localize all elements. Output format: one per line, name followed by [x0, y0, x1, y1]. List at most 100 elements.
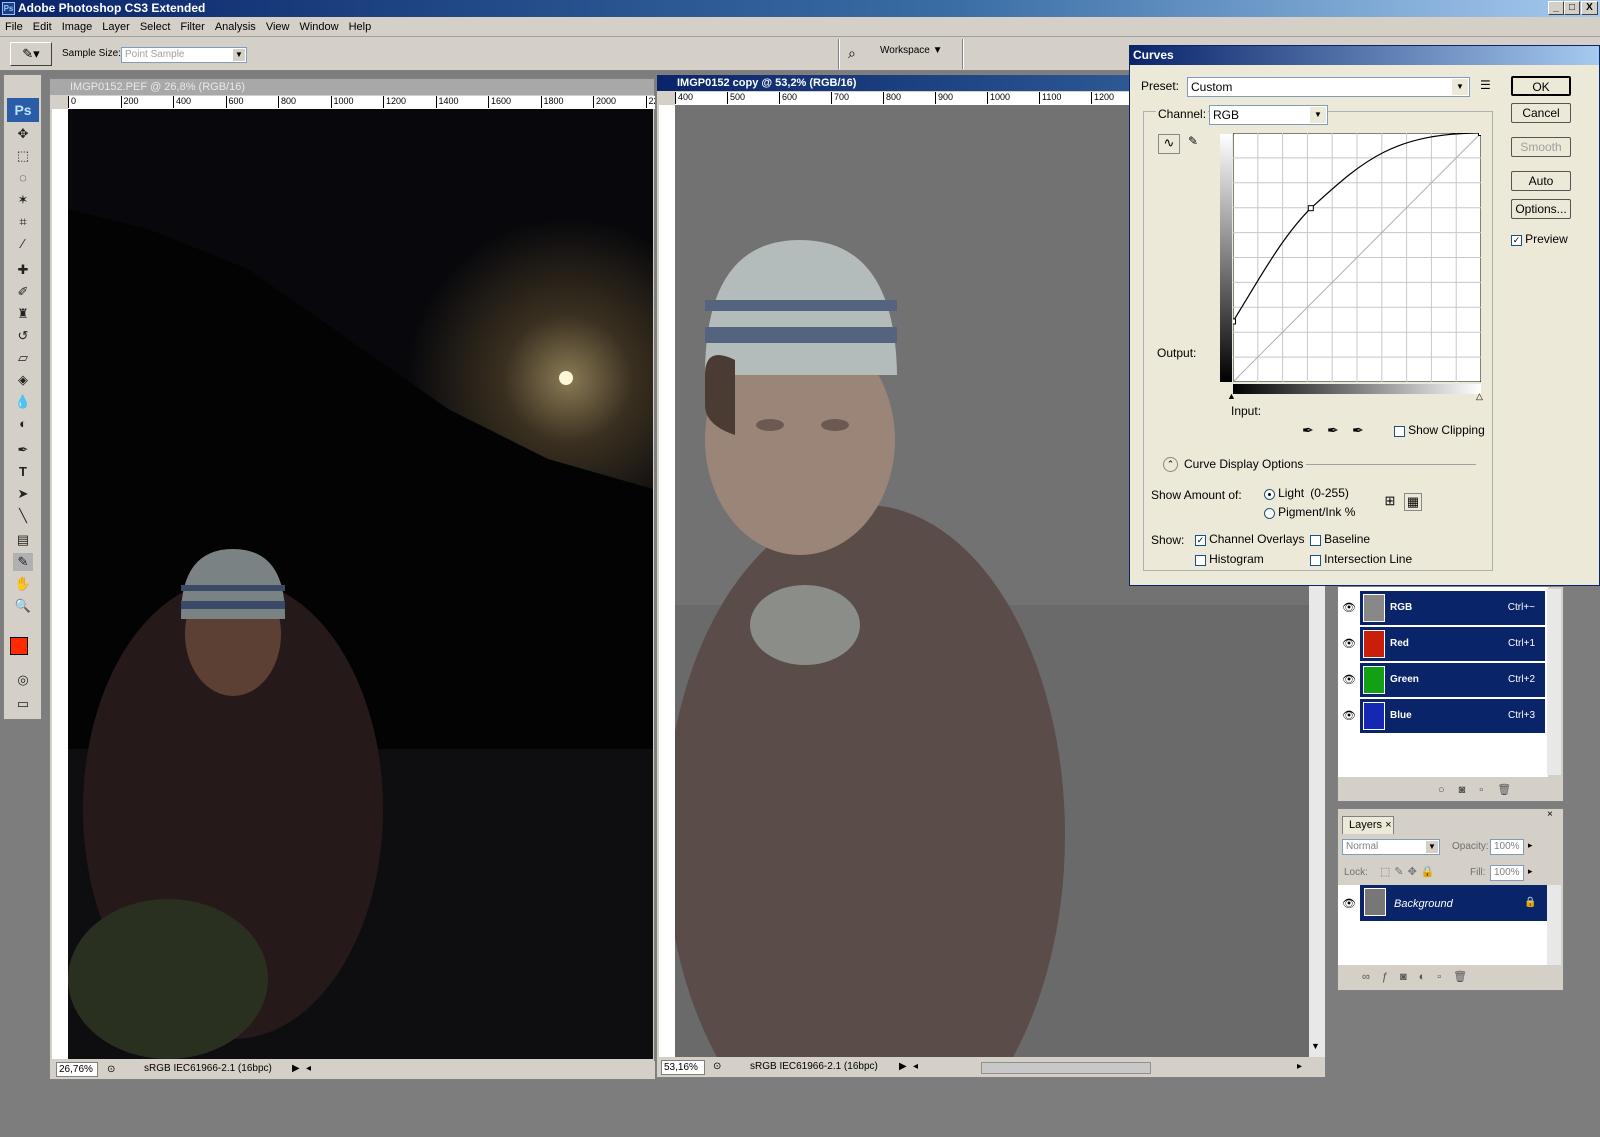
slice-tool-icon[interactable]: ⁄: [13, 235, 33, 253]
quick-mask-icon[interactable]: ◎: [13, 671, 33, 689]
scroll-left-arrow[interactable]: ◂: [913, 1059, 918, 1075]
preset-select[interactable]: Custom ▼: [1187, 77, 1470, 97]
workspace-menu[interactable]: Workspace ▼: [880, 45, 943, 56]
scroll-down-arrow[interactable]: ▼: [1311, 1041, 1320, 1051]
line-tool-icon[interactable]: ╲: [13, 507, 33, 525]
crop-tool-icon[interactable]: ⌗: [13, 213, 33, 231]
black-eyedropper-icon[interactable]: ✒: [1302, 422, 1314, 439]
fill-input[interactable]: 100%: [1490, 865, 1524, 881]
simple-grid-icon[interactable]: ⊞: [1382, 493, 1398, 509]
foreground-color-swatch[interactable]: [10, 637, 28, 655]
status-menu-arrow[interactable]: ▶: [292, 1061, 300, 1077]
history-brush-tool-icon[interactable]: ↺: [13, 327, 33, 345]
options-button[interactable]: Options...: [1511, 199, 1571, 219]
scroll-right-arrow[interactable]: ▸: [1297, 1059, 1302, 1075]
type-tool-icon[interactable]: T: [13, 463, 33, 481]
hand-tool-icon[interactable]: ✋: [13, 575, 33, 593]
eye-icon[interactable]: 👁: [1342, 639, 1356, 650]
gray-eyedropper-icon[interactable]: ✒: [1327, 422, 1339, 439]
move-tool-icon[interactable]: ✥: [13, 125, 33, 143]
pigment-radio[interactable]: Pigment/Ink %: [1264, 505, 1355, 519]
layer-row-background[interactable]: Background 🔒: [1360, 885, 1547, 921]
magic-wand-tool-icon[interactable]: ✶: [13, 191, 33, 209]
eraser-tool-icon[interactable]: ▱: [13, 349, 33, 367]
channel-overlays-checkbox[interactable]: ✓ Channel Overlays: [1195, 532, 1304, 546]
channel-row[interactable]: Blue Ctrl+3: [1360, 699, 1545, 733]
light-radio[interactable]: Light (0-255): [1264, 486, 1349, 500]
menu-image[interactable]: Image: [57, 17, 98, 37]
dodge-tool-icon[interactable]: ◐: [13, 415, 33, 433]
histogram-checkbox[interactable]: Histogram: [1195, 552, 1264, 566]
fill-slider-arrow[interactable]: ▸: [1528, 866, 1533, 877]
layer-footer-icons[interactable]: ∞ƒ◙◐▫🗑: [1362, 970, 1552, 986]
white-eyedropper-icon[interactable]: ✒: [1352, 422, 1364, 439]
blend-mode-select[interactable]: Normal ▼: [1342, 839, 1440, 855]
curve-point-tool-icon[interactable]: ∿: [1158, 134, 1180, 154]
intersection-line-checkbox[interactable]: Intersection Line: [1310, 552, 1412, 566]
collapse-options-icon[interactable]: ⌃: [1163, 457, 1178, 472]
eye-icon[interactable]: 👁: [1342, 675, 1356, 686]
document-1-canvas[interactable]: [68, 109, 653, 1059]
screen-mode-icon[interactable]: ▭: [13, 695, 33, 713]
smooth-button[interactable]: Smooth: [1511, 137, 1571, 157]
channels-scrollbar[interactable]: [1547, 589, 1561, 775]
lock-icons[interactable]: ⬚✎✥🔒: [1380, 865, 1439, 878]
channel-row[interactable]: Red Ctrl+1: [1360, 627, 1545, 661]
info-icon[interactable]: ⊙: [107, 1062, 115, 1078]
pencil-tool-icon[interactable]: ✎: [1184, 134, 1202, 154]
marquee-tool-icon[interactable]: ⬚: [13, 147, 33, 165]
bridge-icon[interactable]: ⌕: [848, 45, 856, 62]
baseline-checkbox[interactable]: Baseline: [1310, 532, 1370, 546]
close-button[interactable]: X: [1581, 1, 1598, 15]
white-point-slider[interactable]: △: [1476, 391, 1483, 402]
eye-icon[interactable]: 👁: [1342, 711, 1356, 722]
channel-row[interactable]: RGB Ctrl+~: [1360, 591, 1545, 625]
menu-help[interactable]: Help: [344, 17, 377, 37]
layers-scrollbar[interactable]: [1547, 885, 1561, 965]
menu-file[interactable]: File: [0, 17, 28, 37]
pen-tool-icon[interactable]: ✒: [13, 441, 33, 459]
channel-select[interactable]: RGB ▼: [1209, 105, 1328, 125]
opacity-input[interactable]: 100%: [1490, 839, 1524, 855]
lasso-tool-icon[interactable]: ◌: [13, 169, 33, 187]
curve-control-point[interactable]: [1307, 205, 1314, 212]
healing-brush-tool-icon[interactable]: ✚: [13, 261, 33, 279]
zoom-field[interactable]: 53,16%: [661, 1060, 705, 1075]
detailed-grid-icon[interactable]: ▦: [1404, 493, 1422, 511]
menu-view[interactable]: View: [261, 17, 295, 37]
path-selection-tool-icon[interactable]: ➤: [13, 485, 33, 503]
panel-close-icon[interactable]: ×: [1547, 809, 1553, 820]
status-menu-arrow[interactable]: ▶: [899, 1059, 907, 1075]
minimize-button[interactable]: _: [1548, 1, 1564, 15]
horizontal-scroll-thumb[interactable]: [981, 1062, 1151, 1074]
cancel-button[interactable]: Cancel: [1511, 103, 1571, 123]
restore-button[interactable]: □: [1564, 1, 1580, 15]
menu-filter[interactable]: Filter: [175, 17, 209, 37]
sample-size-select[interactable]: Point Sample ▼: [121, 47, 247, 63]
brush-tool-icon[interactable]: ✐: [13, 283, 33, 301]
layers-tab[interactable]: Layers ×: [1342, 816, 1394, 834]
notes-tool-icon[interactable]: ▤: [13, 531, 33, 549]
clone-stamp-tool-icon[interactable]: ♜: [13, 305, 33, 323]
eye-icon[interactable]: 👁: [1342, 603, 1356, 614]
zoom-tool-icon[interactable]: 🔍: [13, 597, 33, 615]
blur-tool-icon[interactable]: 💧: [13, 393, 33, 411]
close-tab-icon[interactable]: ×: [1385, 819, 1391, 831]
curve-control-point[interactable]: [1478, 133, 1482, 136]
menu-edit[interactable]: Edit: [28, 17, 57, 37]
auto-button[interactable]: Auto: [1511, 171, 1571, 191]
curve-control-point[interactable]: [1233, 318, 1236, 325]
curve-graph[interactable]: [1233, 133, 1481, 382]
ok-button[interactable]: OK: [1511, 76, 1571, 96]
zoom-field[interactable]: 26,76%: [56, 1062, 98, 1077]
eye-icon[interactable]: 👁: [1342, 899, 1356, 910]
menu-window[interactable]: Window: [294, 17, 343, 37]
eyedropper-tool-icon[interactable]: ✎: [13, 553, 33, 571]
channel-row[interactable]: Green Ctrl+2: [1360, 663, 1545, 697]
preview-checkbox[interactable]: ✓ Preview: [1511, 232, 1568, 246]
tool-preset-picker[interactable]: ✎▾: [10, 42, 52, 66]
black-point-slider[interactable]: ▲: [1227, 391, 1236, 401]
show-clipping-checkbox[interactable]: Show Clipping: [1394, 423, 1485, 437]
channel-footer-icons[interactable]: ○◙▫🗑: [1438, 783, 1548, 799]
opacity-slider-arrow[interactable]: ▸: [1528, 840, 1533, 851]
